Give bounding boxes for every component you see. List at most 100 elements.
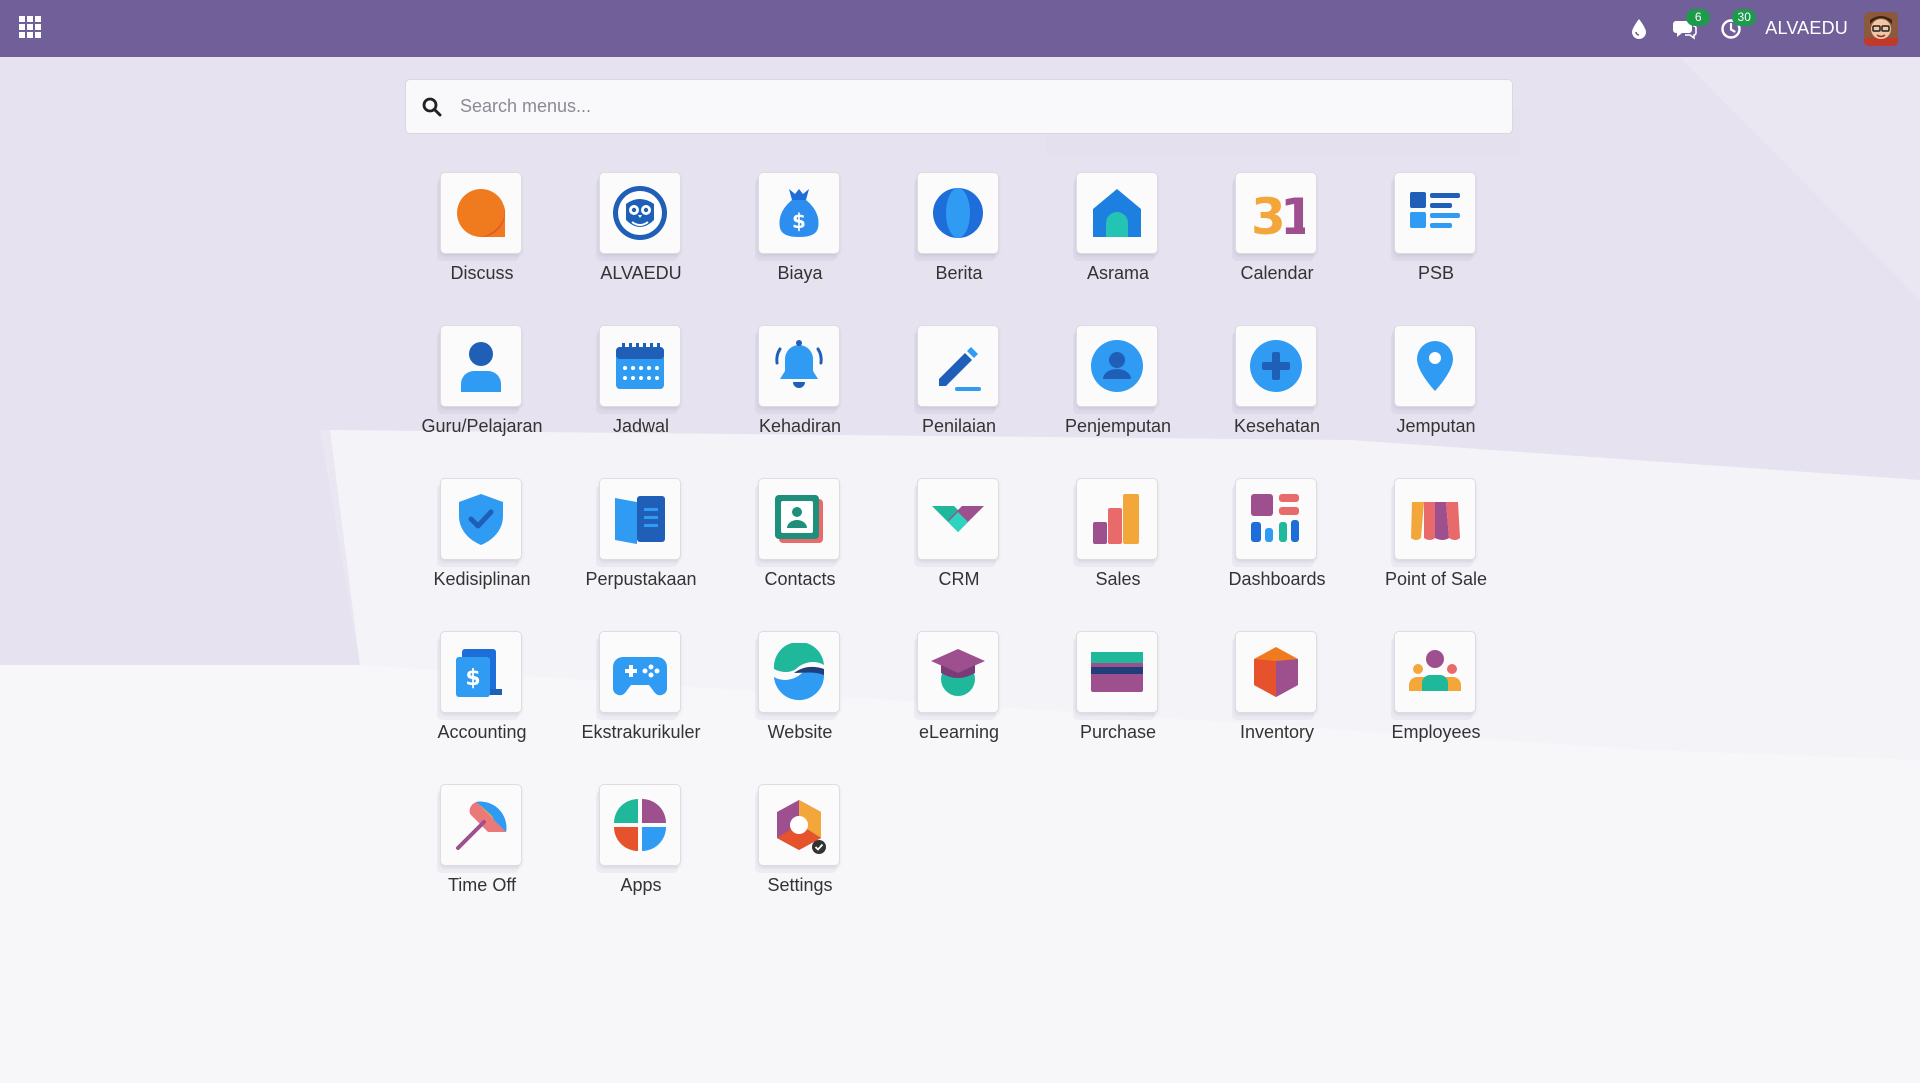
apps-pie-icon: [614, 799, 666, 851]
app-elearning[interactable]: eLearning: [879, 631, 1039, 771]
app-calendar[interactable]: 3 1 Calendar: [1197, 172, 1357, 312]
app-tile: [1232, 478, 1317, 567]
app-apps[interactable]: Apps: [561, 784, 721, 924]
user-circle-icon: [1091, 340, 1143, 392]
app-tile: [437, 784, 522, 873]
app-label: Time Off: [447, 875, 516, 895]
app-psb[interactable]: PSB: [1356, 172, 1516, 312]
app-tile: 3 1: [1232, 172, 1317, 261]
app-contacts[interactable]: Contacts: [720, 478, 880, 618]
app-label: PSB: [1417, 263, 1455, 283]
search-input[interactable]: [458, 95, 1462, 118]
app-label: Sales: [1095, 569, 1141, 589]
app-label: Guru/Pelajaran: [421, 416, 543, 436]
app-perpustakaan[interactable]: Perpustakaan: [561, 478, 721, 618]
app-discuss[interactable]: Discuss: [402, 172, 562, 312]
activities-button[interactable]: 30: [1717, 8, 1757, 43]
map-pin-icon: [1417, 341, 1453, 391]
app-asrama[interactable]: Asrama: [1038, 172, 1198, 312]
gamepad-icon: [613, 657, 667, 696]
top-navbar: 6 30 ALVAEDU: [0, 0, 1920, 57]
app-label: Ekstrakurikuler: [581, 722, 701, 742]
app-point-of-sale[interactable]: Point of Sale: [1356, 478, 1516, 618]
person-icon: [461, 342, 501, 392]
app-alvaedu[interactable]: ALVAEDU: [561, 172, 721, 312]
dashboard-icon: [1251, 494, 1299, 542]
bell-icon: [775, 340, 823, 388]
app-label: Apps: [620, 875, 662, 895]
app-tile: [1073, 172, 1158, 261]
app-label: Accounting: [437, 722, 527, 742]
bar-chart-icon: [1093, 494, 1139, 544]
app-tile: [437, 325, 522, 414]
app-employees[interactable]: Employees: [1356, 631, 1516, 771]
app-tile: [914, 478, 999, 567]
svg-text:1: 1: [1280, 188, 1305, 242]
graduation-cap-icon: [931, 649, 985, 696]
app-label: Employees: [1391, 722, 1481, 742]
plus-circle-icon: [1250, 340, 1302, 392]
app-jemputan[interactable]: Jemputan: [1356, 325, 1516, 465]
app-tile: [596, 478, 681, 567]
app-penilaian[interactable]: Penilaian: [879, 325, 1039, 465]
handshake-icon: [932, 506, 984, 532]
app-label: Jemputan: [1396, 416, 1476, 436]
app-tile: [1391, 631, 1476, 720]
app-label: Perpustakaan: [585, 569, 697, 589]
money-bag-icon: $: [779, 189, 819, 237]
app-ekstrakurikuler[interactable]: Ekstrakurikuler: [561, 631, 721, 771]
app-website[interactable]: Website: [720, 631, 880, 771]
apps-grid-icon[interactable]: [19, 16, 41, 38]
app-tile: [914, 631, 999, 720]
app-tile: [914, 172, 999, 261]
discuss-icon: [457, 189, 506, 237]
app-label: Penjemputan: [1064, 416, 1172, 436]
app-label: Kehadiran: [758, 416, 842, 436]
user-avatar[interactable]: [1864, 11, 1898, 46]
website-icon: [773, 643, 825, 701]
app-sales[interactable]: Sales: [1038, 478, 1198, 618]
app-biaya[interactable]: $ Biaya: [720, 172, 880, 312]
app-guru-pelajaran[interactable]: Guru/Pelajaran: [402, 325, 562, 465]
app-accounting[interactable]: $ Accounting: [402, 631, 562, 771]
app-dashboards[interactable]: Dashboards: [1197, 478, 1357, 618]
globe-icon: [933, 188, 983, 238]
drop-icon[interactable]: [1625, 15, 1653, 43]
app-tile: [596, 172, 681, 261]
app-label: Calendar: [1240, 263, 1314, 283]
app-tile: [1073, 631, 1158, 720]
app-kedisiplinan[interactable]: Kedisiplinan: [402, 478, 562, 618]
messages-count-badge: 6: [1686, 8, 1711, 26]
app-tile: $: [755, 172, 840, 261]
app-tile: [437, 478, 522, 567]
app-time-off[interactable]: Time Off: [402, 784, 562, 924]
app-settings[interactable]: Settings: [720, 784, 880, 924]
credit-card-icon: [1091, 652, 1143, 692]
cube-icon: [1254, 647, 1298, 697]
app-inventory[interactable]: Inventory: [1197, 631, 1357, 771]
app-label: Kedisiplinan: [433, 569, 531, 589]
app-tile: [1232, 631, 1317, 720]
app-tile: [914, 325, 999, 414]
app-purchase[interactable]: Purchase: [1038, 631, 1198, 771]
app-tile: [1073, 325, 1158, 414]
owl-icon: [613, 186, 667, 240]
app-berita[interactable]: Berita: [879, 172, 1039, 312]
app-kehadiran[interactable]: Kehadiran: [720, 325, 880, 465]
app-jadwal[interactable]: Jadwal: [561, 325, 721, 465]
messages-button[interactable]: 6: [1671, 8, 1711, 43]
app-label: Purchase: [1079, 722, 1157, 742]
app-label: Discuss: [450, 263, 514, 283]
app-tile: [1073, 478, 1158, 567]
app-label: Inventory: [1239, 722, 1315, 742]
app-label: Biaya: [777, 263, 823, 283]
app-label: Contacts: [764, 569, 836, 589]
list-icon: [1410, 192, 1460, 228]
search-icon: [422, 97, 442, 116]
company-name[interactable]: ALVAEDU: [1765, 18, 1848, 39]
app-crm[interactable]: CRM: [879, 478, 1039, 618]
app-penjemputan[interactable]: Penjemputan: [1038, 325, 1198, 465]
app-tile: [437, 172, 522, 261]
app-kesehatan[interactable]: Kesehatan: [1197, 325, 1357, 465]
app-tile: [1391, 478, 1476, 567]
